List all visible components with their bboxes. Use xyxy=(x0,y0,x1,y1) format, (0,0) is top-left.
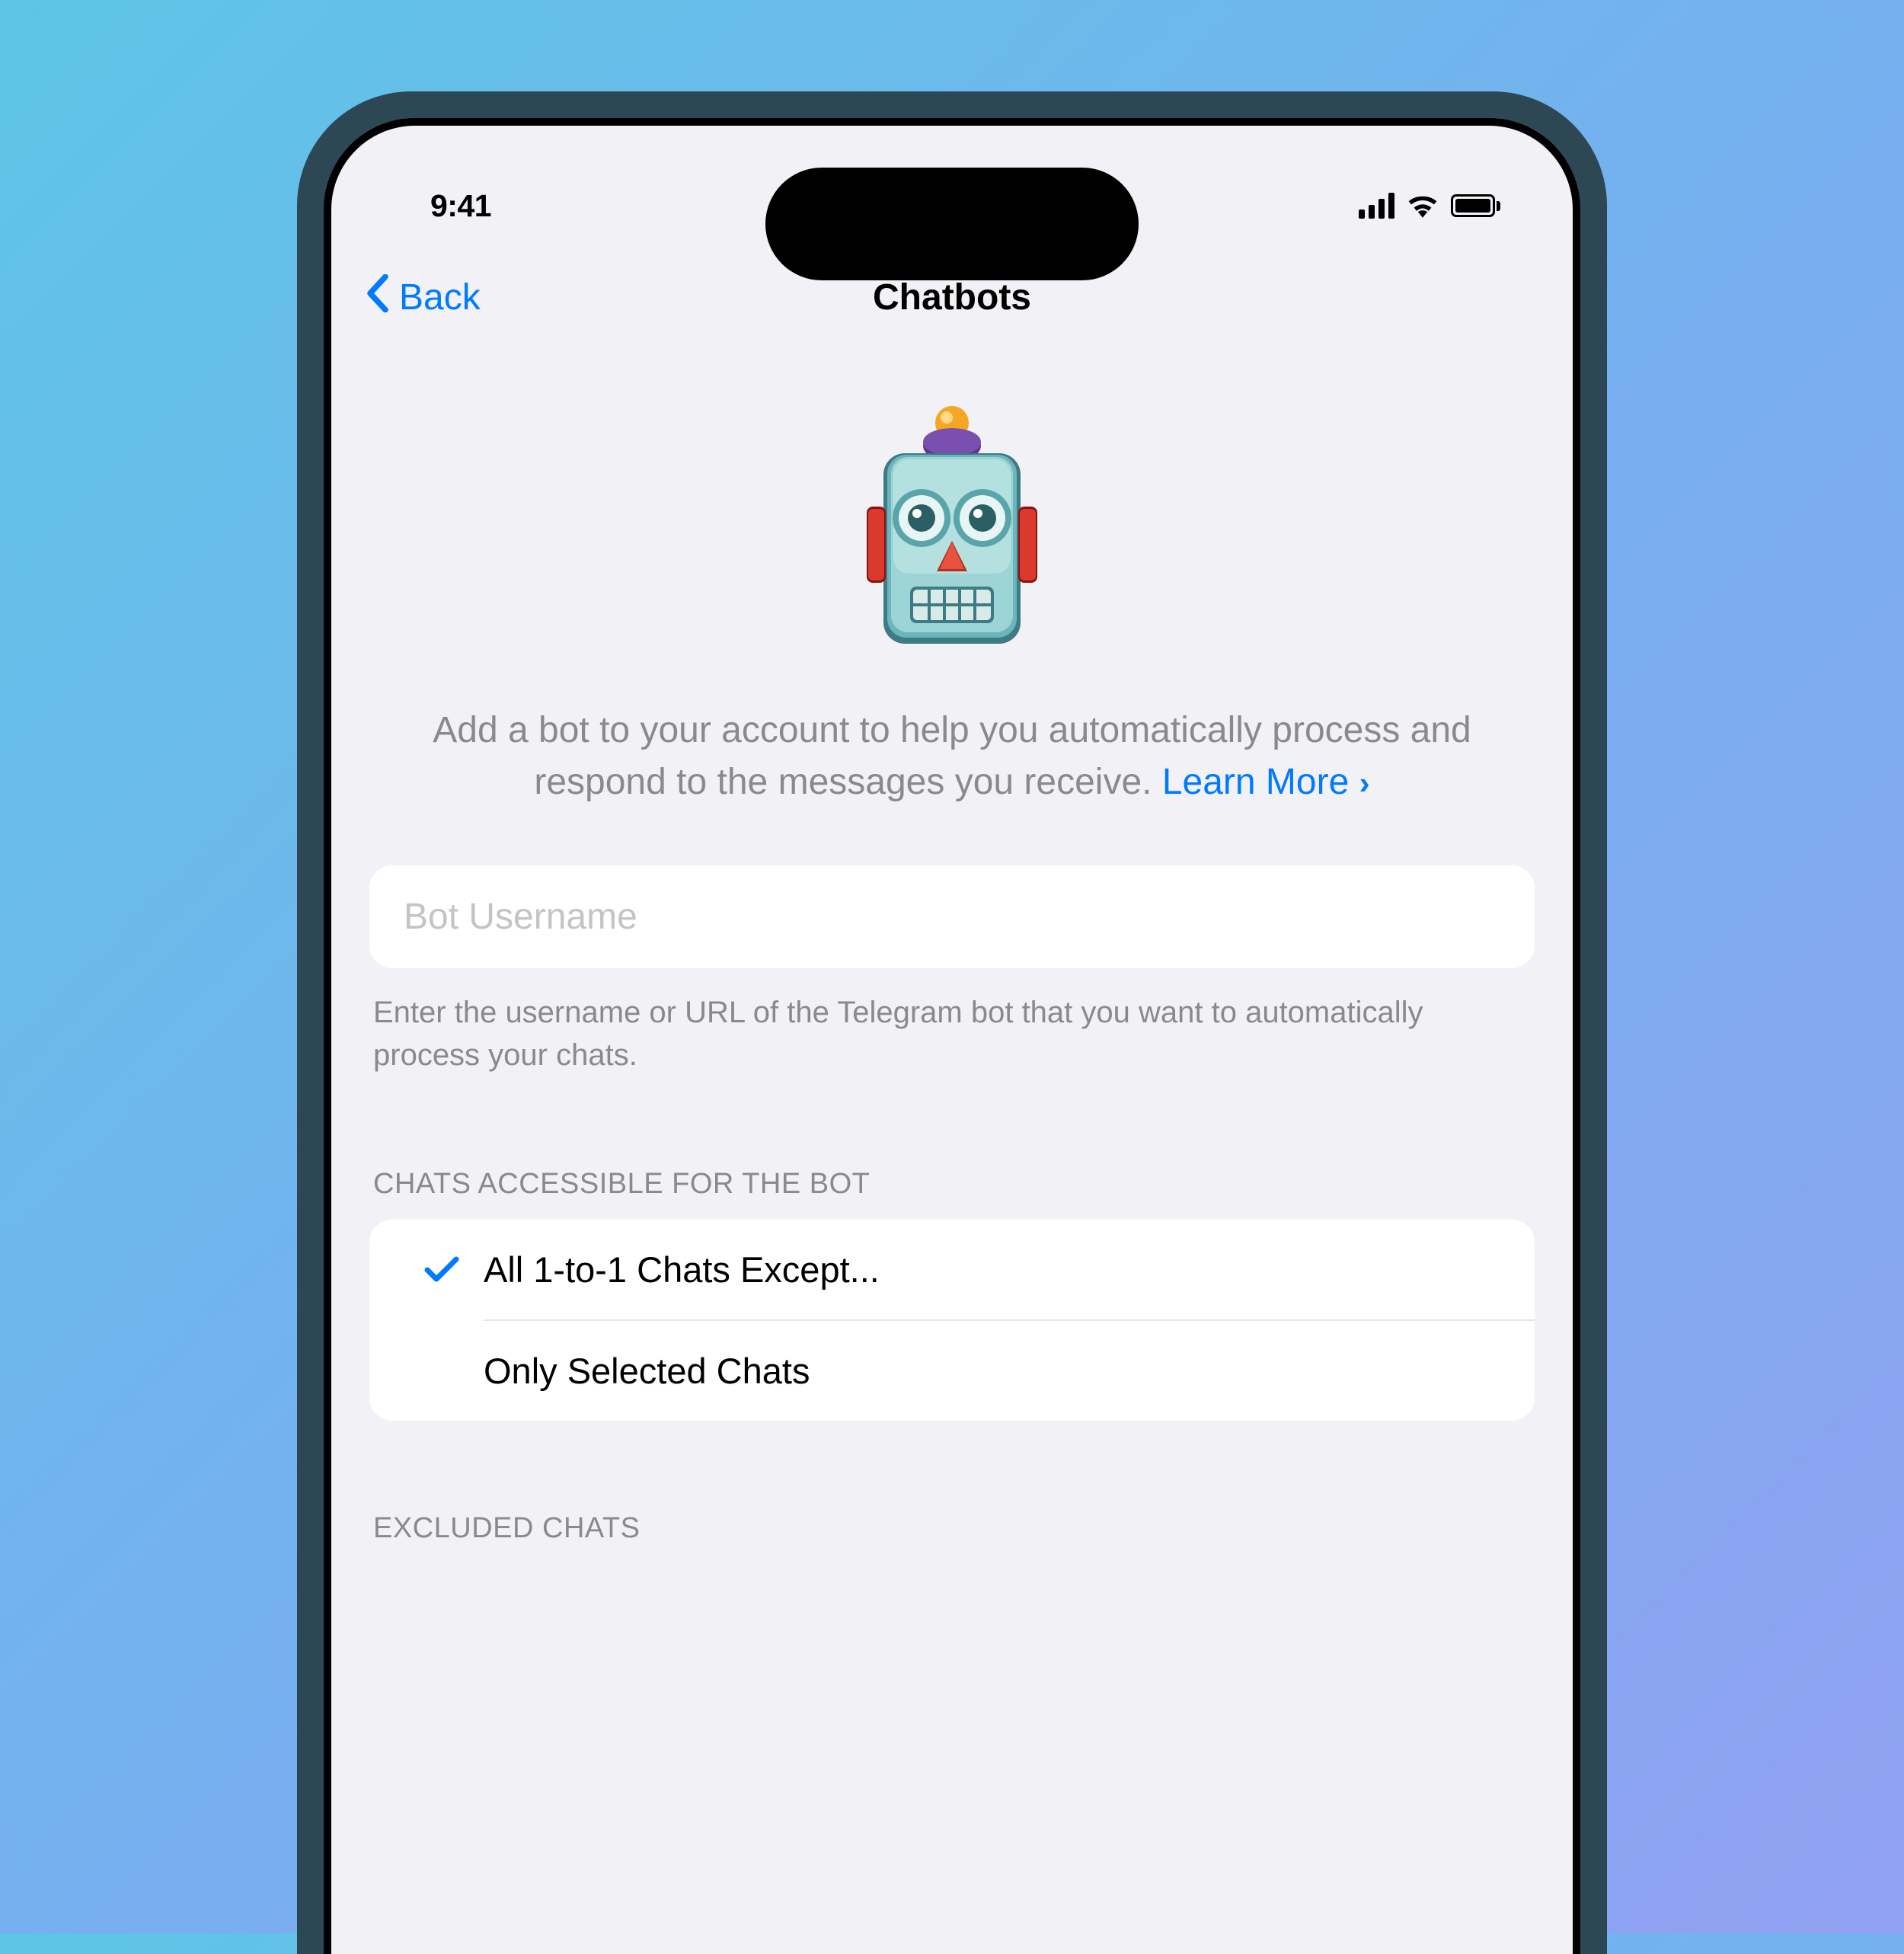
option-label: All 1-to-1 Chats Except... xyxy=(484,1220,1535,1319)
status-icons xyxy=(1359,193,1500,219)
back-label: Back xyxy=(399,277,481,318)
battery-icon xyxy=(1451,194,1500,217)
option-label: Only Selected Chats xyxy=(484,1321,1535,1421)
bot-username-helper: Enter the username or URL of the Telegra… xyxy=(331,968,1573,1076)
phone-inner-bezel: 9:41 xyxy=(324,118,1580,1954)
phone-frame: 9:41 xyxy=(297,91,1607,1954)
robot-illustration xyxy=(331,373,1573,705)
description-text: Add a bot to your account to help you au… xyxy=(331,705,1573,865)
learn-more-link[interactable]: Learn More › xyxy=(1162,762,1370,802)
screen: 9:41 xyxy=(331,126,1573,1954)
access-section-header: CHATS ACCESSIBLE FOR THE BOT xyxy=(331,1076,1573,1220)
bot-username-card xyxy=(369,865,1535,968)
excluded-section-header: EXCLUDED CHATS xyxy=(331,1421,1573,1564)
wifi-icon xyxy=(1407,193,1439,218)
chevron-right-icon: › xyxy=(1359,765,1370,801)
status-time: 9:41 xyxy=(430,188,491,224)
access-option-all-except[interactable]: All 1-to-1 Chats Except... xyxy=(369,1220,1535,1319)
bot-username-input[interactable] xyxy=(404,896,1500,938)
content: Add a bot to your account to help you au… xyxy=(331,343,1573,1564)
access-options-list: All 1-to-1 Chats Except... Only Selected… xyxy=(369,1220,1535,1421)
access-option-only-selected[interactable]: Only Selected Chats xyxy=(369,1321,1535,1421)
back-button[interactable]: Back xyxy=(366,274,481,320)
bot-username-section xyxy=(331,865,1573,968)
page-title: Chatbots xyxy=(873,277,1031,318)
checkmark-icon xyxy=(400,1255,484,1285)
dynamic-island xyxy=(765,168,1139,280)
cellular-signal-icon xyxy=(1359,193,1394,219)
chevron-left-icon xyxy=(366,274,390,320)
